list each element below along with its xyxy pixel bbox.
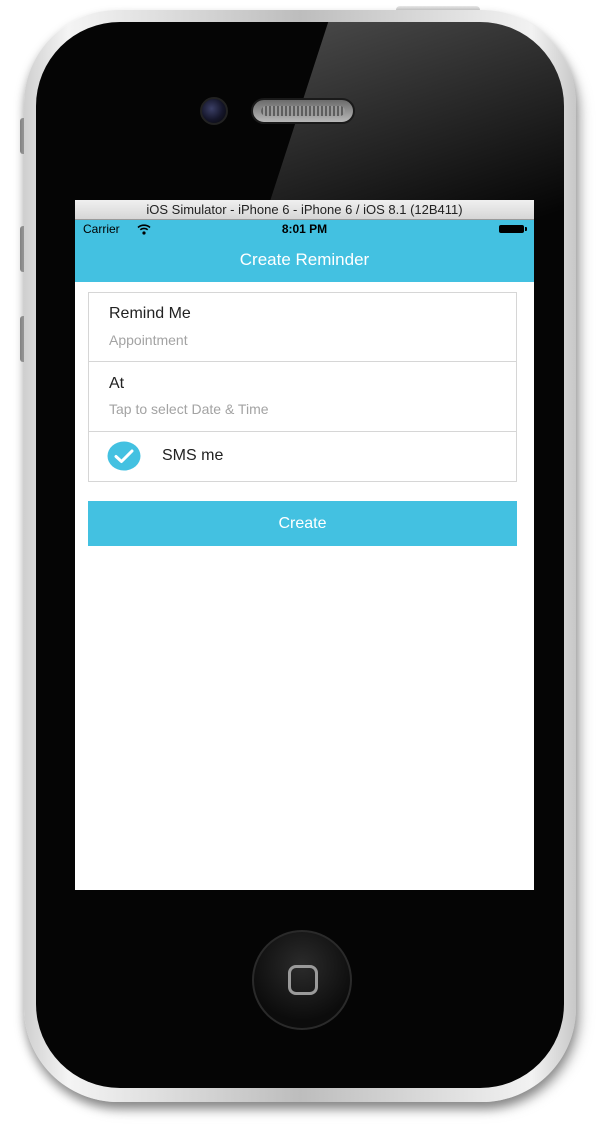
- page-title: Create Reminder: [239, 250, 370, 269]
- create-button[interactable]: Create: [88, 501, 517, 546]
- at-label: At: [109, 375, 125, 392]
- check-circle-icon[interactable]: [107, 441, 141, 471]
- device-mockup: iOS Simulator - iPhone 6 - iPhone 6 / iO…: [0, 0, 602, 1125]
- remind-me-input[interactable]: Appointment: [109, 332, 188, 348]
- date-time-picker-field[interactable]: Tap to select Date & Time: [109, 401, 269, 417]
- app-screen: iOS Simulator - iPhone 6 - iPhone 6 / iO…: [75, 200, 534, 890]
- earpiece-speaker: [251, 98, 355, 124]
- home-button[interactable]: [252, 930, 352, 1030]
- remind-me-row[interactable]: Remind Me Appointment: [89, 293, 516, 362]
- home-square-icon: [288, 965, 318, 995]
- at-row[interactable]: At Tap to select Date & Time: [89, 362, 516, 432]
- status-bar: Carrier 8:01 PM: [75, 220, 534, 238]
- reminder-form: Remind Me Appointment At Tap to select D…: [88, 292, 517, 482]
- nav-bar: Create Reminder: [75, 238, 534, 282]
- sms-me-label: SMS me: [162, 447, 224, 464]
- front-camera-icon: [200, 97, 228, 125]
- status-time: 8:01 PM: [281, 222, 328, 236]
- speaker-grill: [261, 106, 345, 116]
- remind-me-label: Remind Me: [109, 305, 191, 322]
- simulator-title-bar: iOS Simulator - iPhone 6 - iPhone 6 / iO…: [75, 200, 534, 220]
- sms-row[interactable]: SMS me: [89, 432, 516, 482]
- battery-icon: [499, 225, 527, 233]
